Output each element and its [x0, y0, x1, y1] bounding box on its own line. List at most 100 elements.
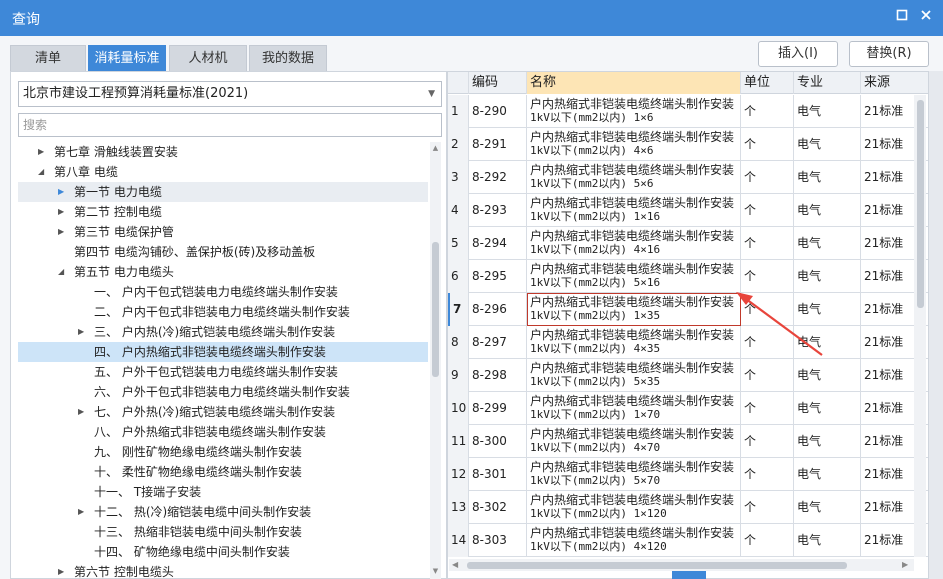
table-row[interactable]: 3 8-292 户内热缩式非铠装电缆终端头制作安装 1kV以下(mm2以内) 5×6 个… — [448, 161, 928, 194]
cell-specialty[interactable]: 电气 — [794, 359, 861, 392]
cell-unit[interactable]: 个 — [741, 326, 794, 359]
collapse-arrow-icon[interactable]: ◢ — [58, 262, 64, 282]
cell-unit[interactable]: 个 — [741, 95, 794, 128]
table-row[interactable]: 10 8-299 户内热缩式非铠装电缆终端头制作安装 1kV以下(mm2以内) 1×7… — [448, 392, 928, 425]
expand-arrow-icon[interactable]: ▶ — [78, 402, 84, 422]
chevron-down-icon[interactable]: ▼ — [428, 82, 435, 106]
cell-unit[interactable]: 个 — [741, 458, 794, 491]
cell-unit[interactable]: 个 — [741, 491, 794, 524]
cell-name[interactable]: 户内热缩式非铠装电缆终端头制作安装 1kV以下(mm2以内) 5×70 — [527, 458, 741, 491]
cell-name[interactable]: 户内热缩式非铠装电缆终端头制作安装 1kV以下(mm2以内) 5×16 — [527, 260, 741, 293]
cell-unit[interactable]: 个 — [741, 293, 794, 326]
scroll-right-icon[interactable]: ▶ — [902, 559, 908, 571]
cell-name[interactable]: 户内热缩式非铠装电缆终端头制作安装 1kV以下(mm2以内) 1×70 — [527, 392, 741, 425]
tree-item[interactable]: ▶ 第七章 滑触线装置安装 — [18, 142, 428, 162]
table-row[interactable]: 13 8-302 户内热缩式非铠装电缆终端头制作安装 1kV以下(mm2以内) 1×1… — [448, 491, 928, 524]
close-icon[interactable] — [917, 8, 935, 26]
tree-item[interactable]: ◢ 第八章 电缆 — [18, 162, 428, 182]
header-code[interactable]: 编码 — [469, 72, 527, 94]
cell-specialty[interactable]: 电气 — [794, 524, 861, 557]
cell-name[interactable]: 户内热缩式非铠装电缆终端头制作安装 1kV以下(mm2以内) 1×120 — [527, 491, 741, 524]
header-specialty[interactable]: 专业 — [794, 72, 861, 94]
cell-specialty[interactable]: 电气 — [794, 293, 861, 326]
cell-code[interactable]: 8-292 — [469, 161, 527, 194]
cell-name[interactable]: 户内热缩式非铠装电缆终端头制作安装 1kV以下(mm2以内) 4×70 — [527, 425, 741, 458]
cell-unit[interactable]: 个 — [741, 260, 794, 293]
tree-item[interactable]: 四、 户内热缩式非铠装电缆终端头制作安装 — [18, 342, 428, 362]
expand-arrow-icon[interactable]: ▶ — [58, 182, 64, 202]
cell-name[interactable]: 户内热缩式非铠装电缆终端头制作安装 1kV以下(mm2以内) 1×35 — [527, 293, 741, 326]
cell-code[interactable]: 8-301 — [469, 458, 527, 491]
tree-item[interactable]: 九、 刚性矿物绝缘电缆终端头制作安装 — [18, 442, 428, 462]
cell-unit[interactable]: 个 — [741, 359, 794, 392]
search-input[interactable]: 搜索 — [18, 113, 442, 137]
scroll-up-icon[interactable]: ▲ — [431, 144, 440, 152]
cell-name[interactable]: 户内热缩式非铠装电缆终端头制作安装 1kV以下(mm2以内) 4×6 — [527, 128, 741, 161]
tree-item[interactable]: ▶ 三、 户内热(冷)缩式铠装电缆终端头制作安装 — [18, 322, 428, 342]
tree-item[interactable]: 十四、 矿物绝缘电缆中间头制作安装 — [18, 542, 428, 562]
tab-consumption-standard[interactable]: 消耗量标准 — [88, 45, 166, 71]
cell-unit[interactable]: 个 — [741, 194, 794, 227]
tree-scroll-thumb[interactable] — [432, 242, 439, 377]
tree-item[interactable]: ▶ 第二节 控制电缆 — [18, 202, 428, 222]
tree-item[interactable]: ▶ 第三节 电缆保护管 — [18, 222, 428, 242]
cell-name[interactable]: 户内热缩式非铠装电缆终端头制作安装 1kV以下(mm2以内) 5×35 — [527, 359, 741, 392]
cell-code[interactable]: 8-295 — [469, 260, 527, 293]
tree-item[interactable]: ▶ 第一节 电力电缆 — [18, 182, 428, 202]
cell-unit[interactable]: 个 — [741, 227, 794, 260]
table-row[interactable]: 7 8-296 户内热缩式非铠装电缆终端头制作安装 1kV以下(mm2以内) 1×35… — [448, 293, 928, 326]
cell-specialty[interactable]: 电气 — [794, 95, 861, 128]
cell-specialty[interactable]: 电气 — [794, 227, 861, 260]
tree-item[interactable]: 十一、 T接端子安装 — [18, 482, 428, 502]
expand-arrow-icon[interactable]: ▶ — [58, 562, 64, 579]
scroll-left-icon[interactable]: ◀ — [452, 559, 458, 571]
cell-specialty[interactable]: 电气 — [794, 260, 861, 293]
tree-item[interactable]: 二、 户内干包式非铠装电力电缆终端头制作安装 — [18, 302, 428, 322]
expand-arrow-icon[interactable]: ▶ — [58, 202, 64, 222]
cell-specialty[interactable]: 电气 — [794, 161, 861, 194]
tree-item[interactable]: 五、 户外干包式铠装电力电缆终端头制作安装 — [18, 362, 428, 382]
grid-hscroll-thumb[interactable] — [467, 562, 847, 569]
grid-horizontal-scrollbar[interactable]: ◀ ▶ — [449, 559, 914, 571]
tree-item[interactable]: ▶ 第六节 控制电缆头 — [18, 562, 428, 579]
cell-name[interactable]: 户内热缩式非铠装电缆终端头制作安装 1kV以下(mm2以内) 4×16 — [527, 227, 741, 260]
tree-item[interactable]: 第四节 电缆沟铺砂、盖保护板(砖)及移动盖板 — [18, 242, 428, 262]
expand-arrow-icon[interactable]: ▶ — [78, 502, 84, 522]
cell-specialty[interactable]: 电气 — [794, 458, 861, 491]
standard-select[interactable]: 北京市建设工程预算消耗量标准(2021) ▼ — [18, 81, 442, 107]
expand-arrow-icon[interactable]: ▶ — [38, 142, 44, 162]
cell-name[interactable]: 户内热缩式非铠装电缆终端头制作安装 1kV以下(mm2以内) 5×6 — [527, 161, 741, 194]
table-row[interactable]: 4 8-293 户内热缩式非铠装电缆终端头制作安装 1kV以下(mm2以内) 1×16… — [448, 194, 928, 227]
table-row[interactable]: 11 8-300 户内热缩式非铠装电缆终端头制作安装 1kV以下(mm2以内) 4×7… — [448, 425, 928, 458]
cell-name[interactable]: 户内热缩式非铠装电缆终端头制作安装 1kV以下(mm2以内) 1×6 — [527, 95, 741, 128]
table-row[interactable]: 9 8-298 户内热缩式非铠装电缆终端头制作安装 1kV以下(mm2以内) 5×35… — [448, 359, 928, 392]
tree-item[interactable]: 六、 户外干包式非铠装电力电缆终端头制作安装 — [18, 382, 428, 402]
cell-unit[interactable]: 个 — [741, 161, 794, 194]
cell-unit[interactable]: 个 — [741, 392, 794, 425]
tree-item[interactable]: ▶ 七、 户外热(冷)缩式铠装电缆终端头制作安装 — [18, 402, 428, 422]
cell-specialty[interactable]: 电气 — [794, 491, 861, 524]
cell-code[interactable]: 8-296 — [469, 293, 527, 326]
header-source[interactable]: 来源 — [861, 72, 928, 94]
grid-vscroll-thumb[interactable] — [917, 100, 924, 308]
tree-scrollbar[interactable]: ▲ ▼ — [430, 142, 441, 579]
tree-item[interactable]: ▶ 十二、 热(冷)缩铠装电缆中间头制作安装 — [18, 502, 428, 522]
cell-code[interactable]: 8-300 — [469, 425, 527, 458]
scroll-down-icon[interactable]: ▼ — [431, 567, 440, 575]
cell-specialty[interactable]: 电气 — [794, 392, 861, 425]
cell-name[interactable]: 户内热缩式非铠装电缆终端头制作安装 1kV以下(mm2以内) 1×16 — [527, 194, 741, 227]
table-row[interactable]: 5 8-294 户内热缩式非铠装电缆终端头制作安装 1kV以下(mm2以内) 4×16… — [448, 227, 928, 260]
tree-item[interactable]: ◢ 第五节 电力电缆头 — [18, 262, 428, 282]
cell-specialty[interactable]: 电气 — [794, 326, 861, 359]
cell-code[interactable]: 8-299 — [469, 392, 527, 425]
tree-item[interactable]: 一、 户内干包式铠装电力电缆终端头制作安装 — [18, 282, 428, 302]
collapse-arrow-icon[interactable]: ◢ — [38, 162, 44, 182]
cell-code[interactable]: 8-303 — [469, 524, 527, 557]
cell-specialty[interactable]: 电气 — [794, 425, 861, 458]
table-row[interactable]: 6 8-295 户内热缩式非铠装电缆终端头制作安装 1kV以下(mm2以内) 5×16… — [448, 260, 928, 293]
cell-specialty[interactable]: 电气 — [794, 194, 861, 227]
replace-button[interactable]: 替换(R) — [849, 41, 929, 67]
tab-bill[interactable]: 清单 — [10, 45, 86, 71]
tree-item[interactable]: 十三、 热缩非铠装电缆中间头制作安装 — [18, 522, 428, 542]
cell-code[interactable]: 8-291 — [469, 128, 527, 161]
